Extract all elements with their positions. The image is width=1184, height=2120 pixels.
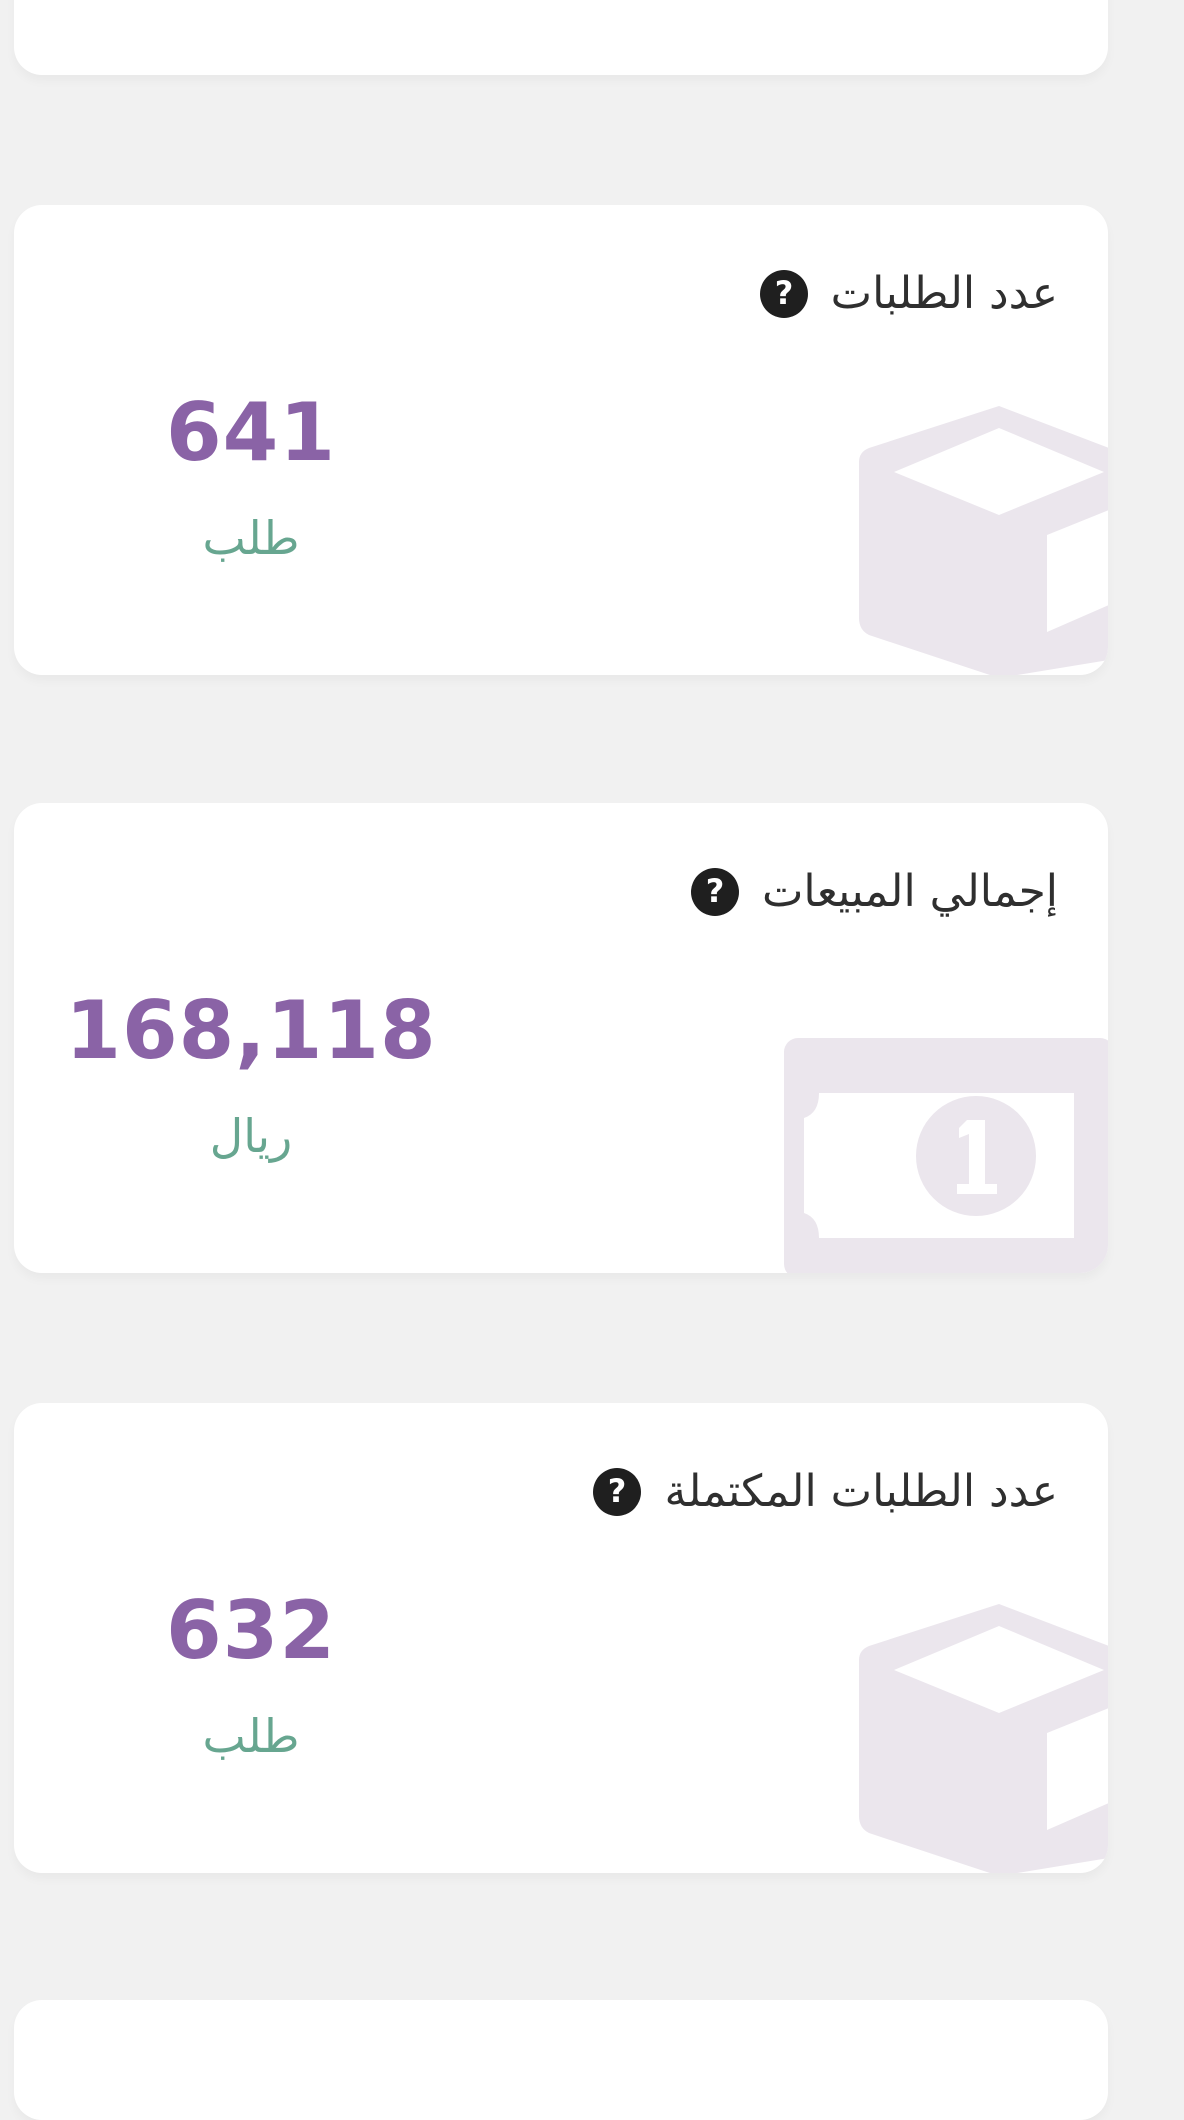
banknote-icon — [784, 1038, 1108, 1273]
stat-unit: طلب — [202, 511, 300, 565]
svg-text:?: ? — [608, 1472, 627, 1510]
stat-unit: طلب — [202, 1709, 300, 1763]
card-title-text: عدد الطلبات — [830, 268, 1058, 319]
stat-value: 641 — [166, 386, 336, 479]
help-icon[interactable]: ? — [592, 1467, 642, 1517]
stat-card-total-sales: إجمالي المبيعات ? 168,118 ريال — [14, 803, 1108, 1273]
stat-card-completed-orders: عدد الطلبات المكتملة ? 632 طلب — [14, 1403, 1108, 1873]
help-icon[interactable]: ? — [759, 269, 809, 319]
stat-unit: ريال — [209, 1109, 293, 1163]
stat-card-orders-count: عدد الطلبات ? 641 طلب — [14, 205, 1108, 675]
card-title: عدد الطلبات المكتملة ? — [592, 1467, 1058, 1517]
stat-value: 632 — [166, 1584, 336, 1677]
card-title-text: إجمالي المبيعات — [761, 866, 1058, 917]
stat-card-partial-top — [14, 0, 1108, 75]
card-title: عدد الطلبات ? — [759, 269, 1058, 319]
box-icon — [859, 406, 1108, 675]
svg-text:?: ? — [706, 872, 725, 910]
svg-text:?: ? — [774, 274, 793, 312]
card-title: إجمالي المبيعات ? — [690, 867, 1058, 917]
help-icon[interactable]: ? — [690, 867, 740, 917]
box-icon — [859, 1604, 1108, 1873]
stat-card-partial-bottom — [14, 2000, 1108, 2120]
card-title-text: عدد الطلبات المكتملة — [664, 1466, 1058, 1517]
stat-value: 168,118 — [65, 984, 437, 1077]
